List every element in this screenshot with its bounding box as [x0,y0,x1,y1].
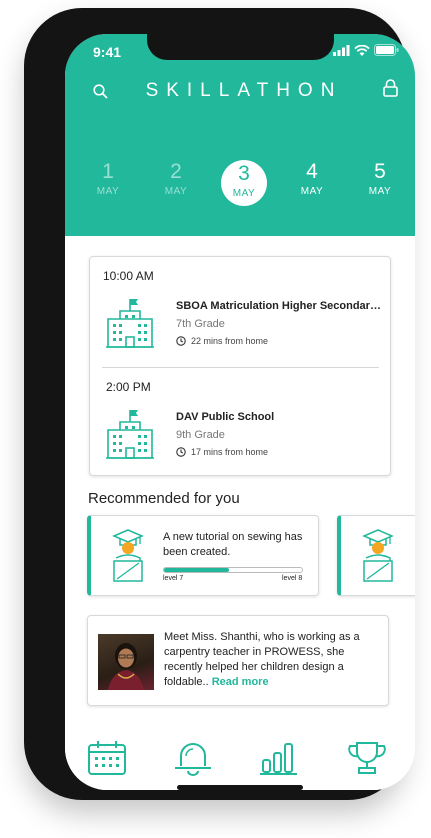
recommendation-text: A new tutorial on sewing has been create… [163,531,303,558]
app-screen: 9:41 SKILLATHON 1 MAY 2 MAY 3 MAY 4 MAY 5 MAY… [65,34,415,790]
battery-icon [374,44,399,56]
level-from: level 7 [163,575,184,582]
recommendation-card[interactable]: A new tutorial on sewing has been create… [87,515,319,596]
bell-icon[interactable] [173,740,213,776]
clock-icon [176,336,186,346]
school-grade: 9th Grade [176,429,225,441]
level-progress-bar [163,567,303,573]
lock-icon[interactable] [383,79,398,97]
level-to: level 8 [282,575,303,582]
level-progress-fill [164,568,229,572]
date-item[interactable]: 2 MAY [153,160,199,210]
section-title: Recommended for you [88,490,240,507]
schedule-time: 10:00 AM [103,269,154,283]
graduate-icon [362,529,394,582]
travel-time: 17 mins from home [176,447,268,457]
phone-frame: 9:41 SKILLATHON 1 MAY 2 MAY 3 MAY 4 MAY 5 MAY… [24,8,415,800]
header-panel: 9:41 SKILLATHON 1 MAY 2 MAY 3 MAY 4 MAY 5 MAY [65,34,415,236]
clock-icon [176,447,186,457]
travel-time: 22 mins from home [176,336,268,346]
school-building-icon [106,299,154,348]
school-name[interactable]: DAV Public School [176,411,381,423]
schedule-card: 10:00 AM SBOA Matriculation Higher Secon… [89,256,391,476]
bottom-tab-bar [65,734,415,790]
date-item[interactable]: 5 MAY [357,160,403,210]
school-grade: 7th Grade [176,318,225,330]
status-time: 9:41 [93,44,122,60]
trophy-icon[interactable] [347,740,387,776]
wifi-icon [354,44,370,56]
teacher-photo [98,634,154,690]
date-item[interactable]: 4 MAY [289,160,335,210]
divider [102,367,379,368]
date-item-selected[interactable]: 3 MAY [221,160,267,206]
read-more-link[interactable]: Read more [212,676,269,688]
story-text: Meet Miss. Shanthi, who is working as a … [164,631,360,688]
recommendation-card[interactable] [337,515,415,596]
schedule-time: 2:00 PM [106,380,151,394]
graduate-icon [112,529,144,582]
status-icons [333,44,399,56]
calendar-icon[interactable] [87,740,127,776]
date-selector: 1 MAY 2 MAY 3 MAY 4 MAY 5 MAY [83,160,403,210]
app-title: SKILLATHON [145,80,343,101]
date-item[interactable]: 1 MAY [85,160,131,210]
notch [147,34,334,60]
bar-chart-icon[interactable] [259,740,299,776]
signal-icon [333,44,350,56]
story-card[interactable]: Meet Miss. Shanthi, who is working as a … [87,615,389,706]
school-name[interactable]: SBOA Matriculation Higher Secondary Scho… [176,300,381,312]
home-indicator [177,785,303,790]
school-building-icon [106,410,154,459]
